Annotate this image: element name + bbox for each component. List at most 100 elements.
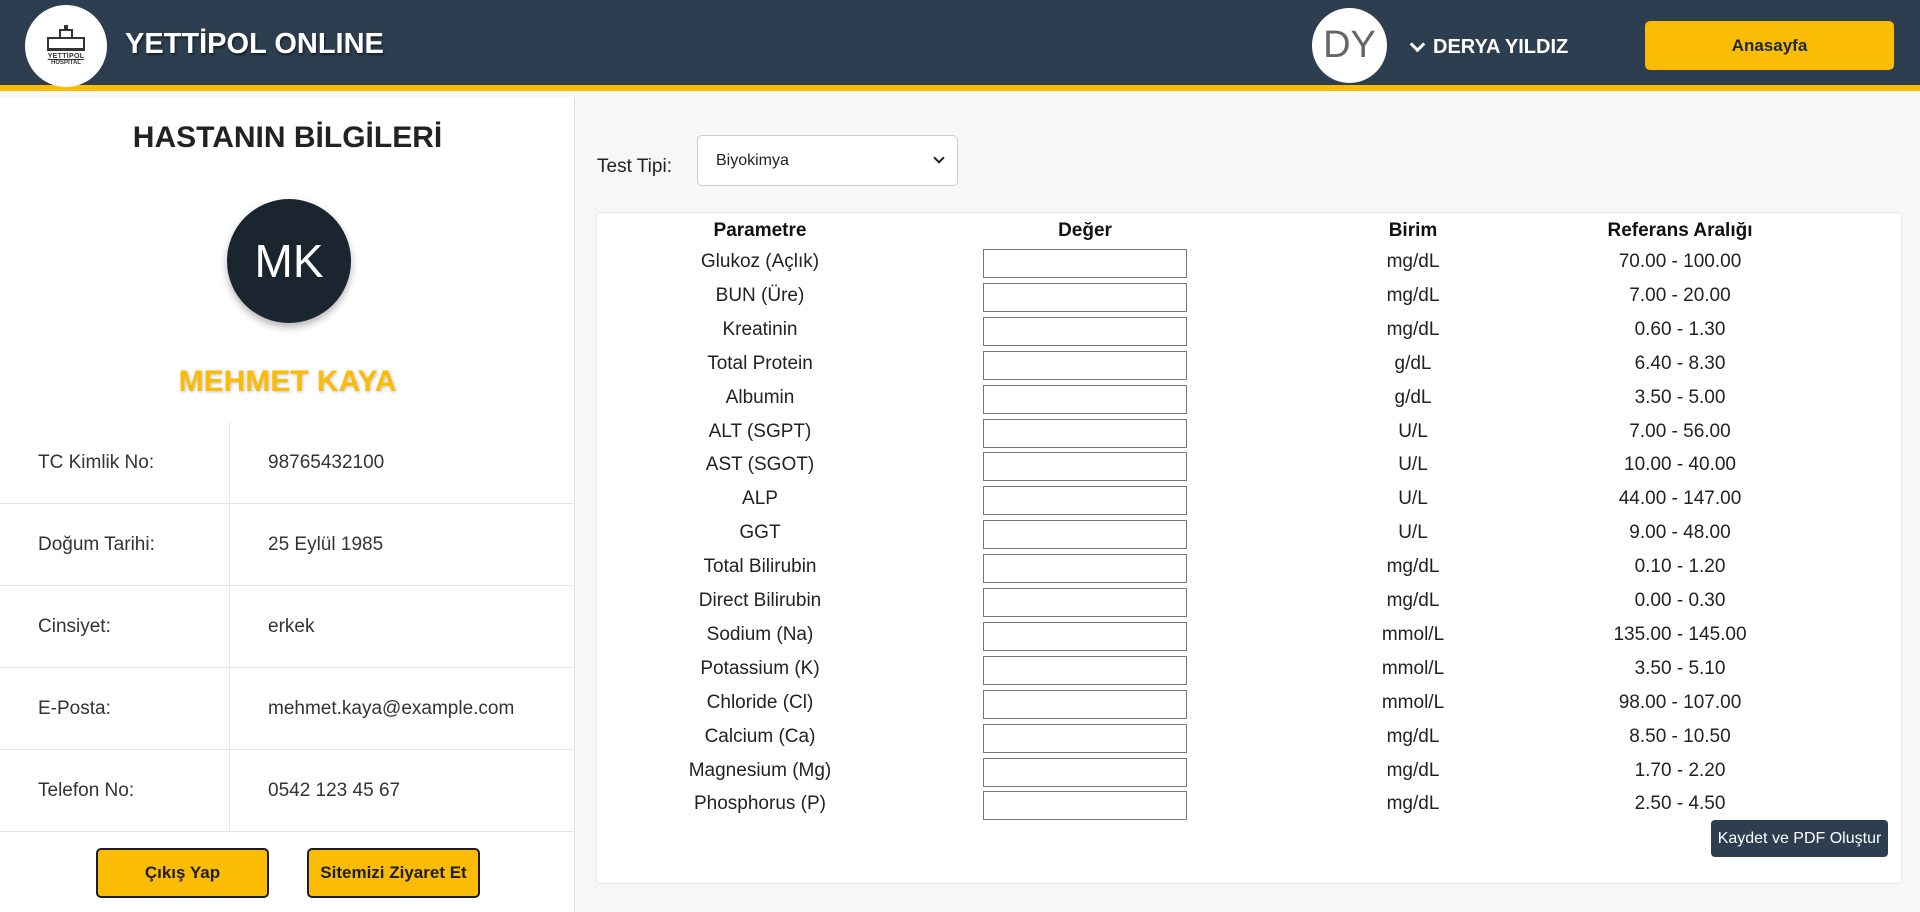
value-input[interactable]	[983, 723, 1187, 753]
logo-subtext: HOSPITAL	[51, 59, 81, 66]
value-input[interactable]	[983, 316, 1187, 346]
param-name: Phosphorus (P)	[693, 793, 826, 815]
value-input[interactable]	[983, 554, 1187, 584]
info-label: Telefon No:	[0, 750, 230, 831]
unit-cell: U/L	[1398, 488, 1428, 510]
param-name: BUN (Üre)	[715, 284, 805, 306]
user-name: DERYA YILDIZ	[1433, 36, 1569, 58]
value-input[interactable]	[983, 282, 1187, 312]
table-row: BUN (Üre) mg/dL 7.00 - 20.00	[596, 280, 1902, 314]
unit-cell: U/L	[1398, 454, 1428, 476]
table-row: Glukoz (Açlık) mg/dL 70.00 - 100.00	[596, 246, 1902, 280]
unit-cell: mg/dL	[1386, 251, 1440, 272]
patient-info-table: TC Kimlik No: 98765432100 Doğum Tarihi: …	[0, 422, 575, 832]
param-name: Glukoz (Açlık)	[700, 251, 820, 272]
patient-avatar: MK	[227, 199, 351, 323]
table-row: Sodium (Na) mmol/L 135.00 - 145.00	[596, 619, 1902, 653]
table-row: Magnesium (Mg) mg/dL 1.70 - 2.20	[596, 755, 1902, 789]
table-row: Total Bilirubin mg/dL 0.10 - 1.20	[596, 551, 1902, 585]
range-cell: 6.40 - 8.30	[1634, 352, 1726, 374]
unit-cell: mg/dL	[1386, 759, 1440, 781]
chevron-down-icon	[933, 152, 945, 164]
table-row: Direct Bilirubin mg/dL 0.00 - 0.30	[596, 585, 1902, 619]
brand-title: YETTİPOL ONLINE	[125, 28, 384, 60]
info-row-phone: Telefon No: 0542 123 45 67	[0, 750, 575, 832]
value-input[interactable]	[983, 249, 1187, 278]
value-input[interactable]	[983, 350, 1187, 380]
value-input[interactable]	[983, 452, 1187, 482]
param-name: Magnesium (Mg)	[688, 759, 832, 781]
range-cell: 0.10 - 1.20	[1634, 556, 1726, 578]
home-button[interactable]: Anasayfa	[1645, 21, 1894, 70]
table-row: Phosphorus (P) mg/dL 2.50 - 4.50	[596, 788, 1902, 822]
param-name: ALP	[742, 488, 778, 510]
value-input[interactable]	[983, 655, 1187, 685]
unit-cell: U/L	[1398, 420, 1428, 442]
logo-text: YETTİPOL	[47, 52, 85, 60]
value-input[interactable]	[983, 418, 1187, 448]
value-input[interactable]	[983, 520, 1187, 550]
top-navbar: YETTİPOL HOSPITAL YETTİPOL ONLINE DY DER…	[0, 0, 1920, 91]
value-input[interactable]	[983, 791, 1187, 821]
info-label: Cinsiyet:	[0, 586, 230, 667]
param-name: Sodium (Na)	[706, 623, 814, 645]
info-label: TC Kimlik No:	[0, 422, 230, 503]
table-row: Total Protein g/dL 6.40 - 8.30	[596, 348, 1902, 382]
test-type-label: Test Tipi:	[597, 156, 672, 177]
info-value: erkek	[268, 615, 315, 637]
save-pdf-button[interactable]: Kaydet ve PDF Oluştur	[1711, 820, 1888, 857]
value-input[interactable]	[983, 588, 1187, 617]
range-cell: 3.50 - 5.00	[1634, 386, 1726, 408]
value-input[interactable]	[983, 757, 1187, 787]
user-menu-toggle[interactable]: DERYA YILDIZ	[1409, 36, 1569, 59]
hospital-building-icon	[43, 24, 89, 51]
value-input[interactable]	[983, 689, 1187, 719]
table-row: Potassium (K) mmol/L 3.50 - 5.10	[596, 653, 1902, 687]
column-header-unit: Birim	[1388, 220, 1438, 241]
range-cell: 98.00 - 107.00	[1618, 691, 1742, 713]
patient-info-panel: HASTANIN BİLGİLERİ MK MEHMET KAYA TC Kim…	[0, 97, 575, 912]
table-row: ALT (SGPT) U/L 7.00 - 56.00	[596, 416, 1902, 450]
value-input[interactable]	[983, 486, 1187, 516]
unit-cell: mg/dL	[1386, 284, 1440, 306]
hospital-logo[interactable]: YETTİPOL HOSPITAL	[25, 5, 107, 87]
test-type-select[interactable]: Biyokimya	[697, 135, 958, 186]
chevron-down-icon	[1409, 36, 1426, 52]
info-label: Doğum Tarihi:	[0, 504, 230, 585]
param-name: Total Protein	[707, 352, 813, 374]
table-row: AST (SGOT) U/L 10.00 - 40.00	[596, 449, 1902, 483]
info-row-tc: TC Kimlik No: 98765432100	[0, 422, 575, 504]
param-name: Calcium (Ca)	[704, 725, 816, 747]
param-name: Total Bilirubin	[703, 556, 817, 578]
unit-cell: mg/dL	[1386, 590, 1440, 611]
info-label: E-Posta:	[0, 668, 230, 749]
param-name: ALT (SGPT)	[708, 420, 812, 442]
range-cell: 0.00 - 0.30	[1634, 590, 1726, 611]
table-row: Calcium (Ca) mg/dL 8.50 - 10.50	[596, 721, 1902, 755]
param-name: Direct Bilirubin	[698, 590, 822, 611]
visit-site-button[interactable]: Sitemizi Ziyaret Et	[307, 848, 480, 898]
info-value: mehmet.kaya@example.com	[268, 697, 515, 719]
range-cell: 0.60 - 1.30	[1634, 318, 1726, 340]
info-value: 98765432100	[268, 451, 385, 473]
unit-cell: mg/dL	[1386, 556, 1440, 578]
unit-cell: mmol/L	[1381, 623, 1445, 645]
param-name: GGT	[739, 522, 781, 544]
range-cell: 10.00 - 40.00	[1624, 454, 1736, 476]
range-cell: 8.50 - 10.50	[1629, 725, 1731, 747]
info-row-birthdate: Doğum Tarihi: 25 Eylül 1985	[0, 504, 575, 586]
range-cell: 44.00 - 147.00	[1618, 488, 1742, 510]
unit-cell: mg/dL	[1386, 725, 1440, 747]
unit-cell: mg/dL	[1386, 793, 1440, 815]
unit-cell: mmol/L	[1381, 691, 1445, 713]
user-avatar[interactable]: DY	[1312, 8, 1387, 83]
table-row: ALP U/L 44.00 - 147.00	[596, 483, 1902, 517]
range-cell: 3.50 - 5.10	[1634, 657, 1726, 679]
info-value: 0542 123 45 67	[268, 779, 401, 801]
param-name: Chloride (Cl)	[706, 691, 814, 713]
logout-button[interactable]: Çıkış Yap	[96, 848, 269, 898]
value-input[interactable]	[983, 384, 1187, 414]
value-input[interactable]	[983, 621, 1187, 651]
range-cell: 9.00 - 48.00	[1629, 522, 1731, 544]
column-header-param: Parametre	[713, 220, 807, 241]
